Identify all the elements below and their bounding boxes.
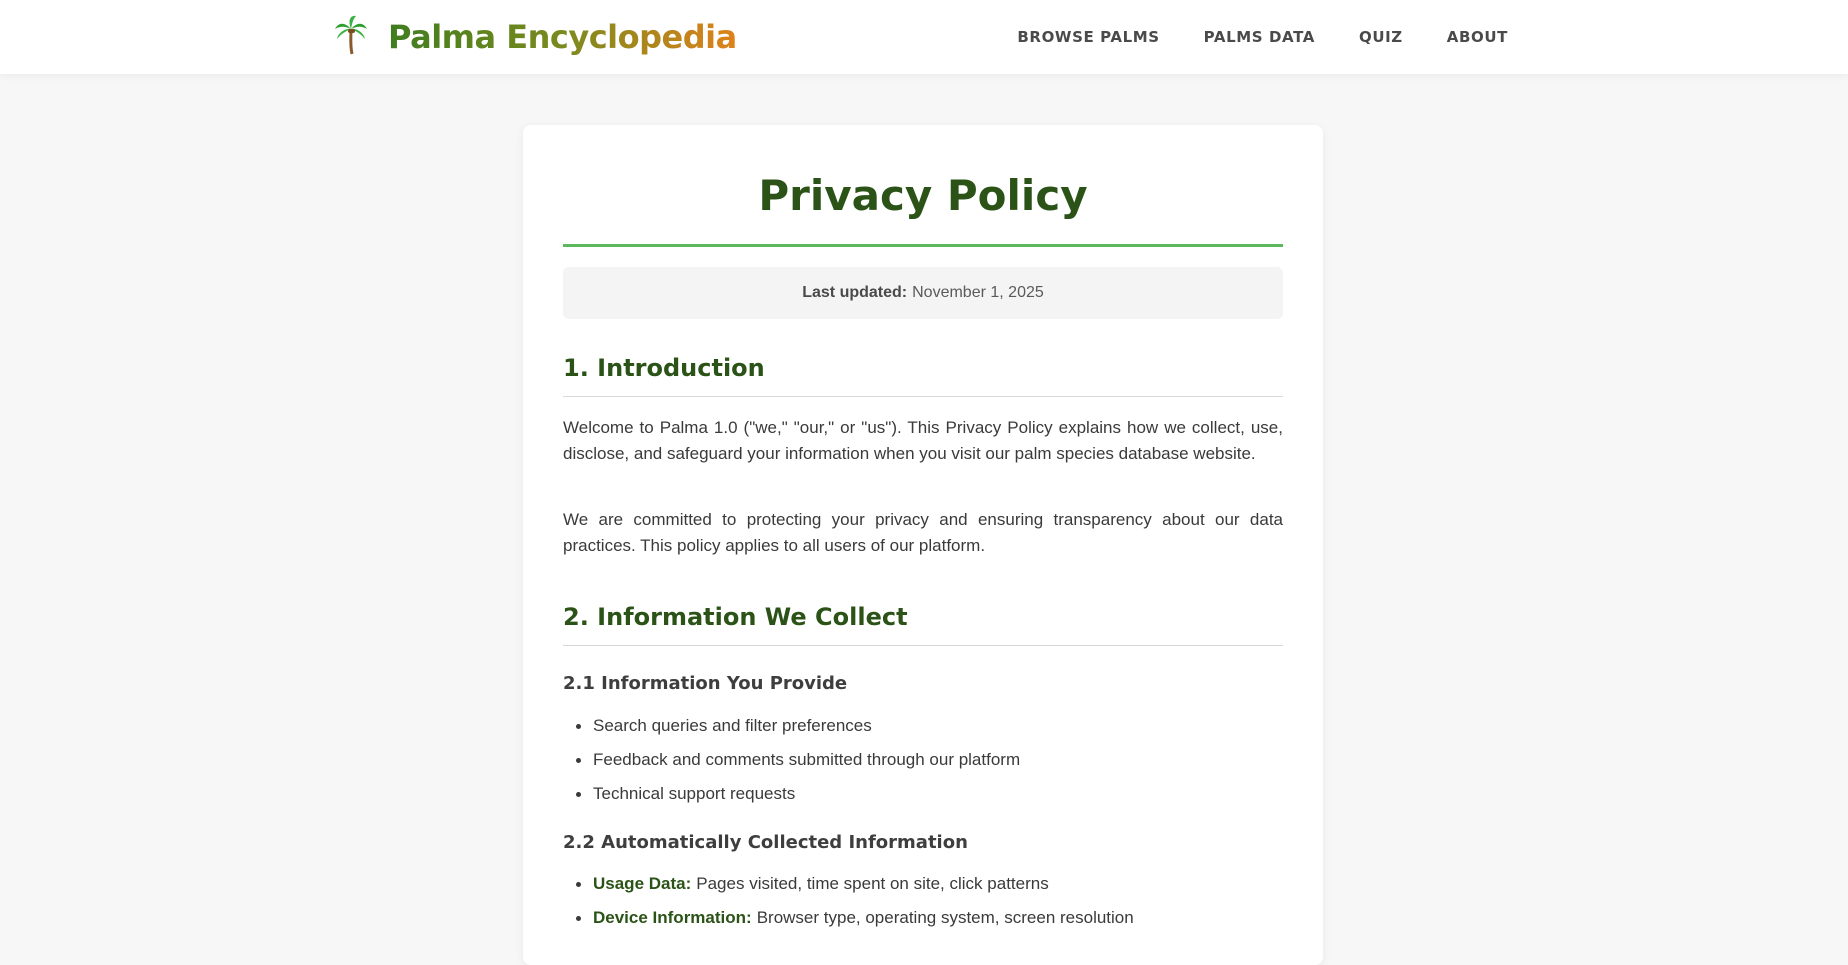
privacy-policy-card: Privacy Policy Last updated: November 1,… [523, 125, 1323, 965]
main-nav: BROWSE PALMS PALMS DATA QUIZ ABOUT [1017, 0, 1508, 74]
subsection-heading-automatically-collected: 2.2 Automatically Collected Information [563, 832, 968, 853]
last-updated-date: November 1, 2025 [912, 284, 1044, 301]
list-item-key: Usage Data: [593, 874, 692, 893]
list-item: Feedback and comments submitted through … [563, 743, 1283, 777]
nav-about[interactable]: ABOUT [1447, 28, 1508, 46]
nav-palms-data[interactable]: PALMS DATA [1204, 28, 1315, 46]
top-navigation-bar: Palma Encyclopedia BROWSE PALMS PALMS DA… [0, 0, 1848, 74]
nav-quiz[interactable]: QUIZ [1359, 28, 1403, 46]
title-divider [563, 244, 1283, 247]
provided-info-list: Search queries and filter preferences Fe… [563, 709, 1283, 811]
list-item-text: Browser type, operating system, screen r… [756, 908, 1134, 927]
list-item: Technical support requests [563, 777, 1283, 811]
intro-paragraph-1: Welcome to Palma 1.0 ("we," "our," or "u… [563, 418, 1283, 463]
nav-browse-palms[interactable]: BROWSE PALMS [1017, 28, 1159, 46]
list-item: Usage Data: Pages visited, time spent on … [563, 867, 1283, 901]
list-item: Search queries and filter preferences [563, 709, 1283, 743]
subsection-heading-information-you-provide: 2.1 Information You Provide [563, 673, 848, 694]
list-item-key: Device Information: [593, 908, 752, 927]
auto-collected-info-list: Usage Data: Pages visited, time spent on … [563, 867, 1283, 935]
intro-paragraph-2: We are committed to protecting your priv… [563, 510, 1283, 555]
page-title: Privacy Policy [758, 171, 1088, 220]
section-heading-introduction: 1. Introduction [563, 354, 1283, 397]
palm-tree-icon [334, 15, 368, 60]
last-updated-box: Last updated: November 1, 2025 [563, 267, 1283, 319]
last-updated-label: Last updated: [802, 284, 908, 301]
brand-logo-link[interactable]: Palma Encyclopedia [334, 14, 737, 60]
list-item-text: Pages visited, time spent on site, click… [696, 874, 1049, 893]
section-heading-information-we-collect: 2. Information We Collect [563, 603, 1283, 646]
list-item: Device Information: Browser type, operati… [563, 901, 1283, 935]
brand-title: Palma Encyclopedia [388, 18, 737, 56]
